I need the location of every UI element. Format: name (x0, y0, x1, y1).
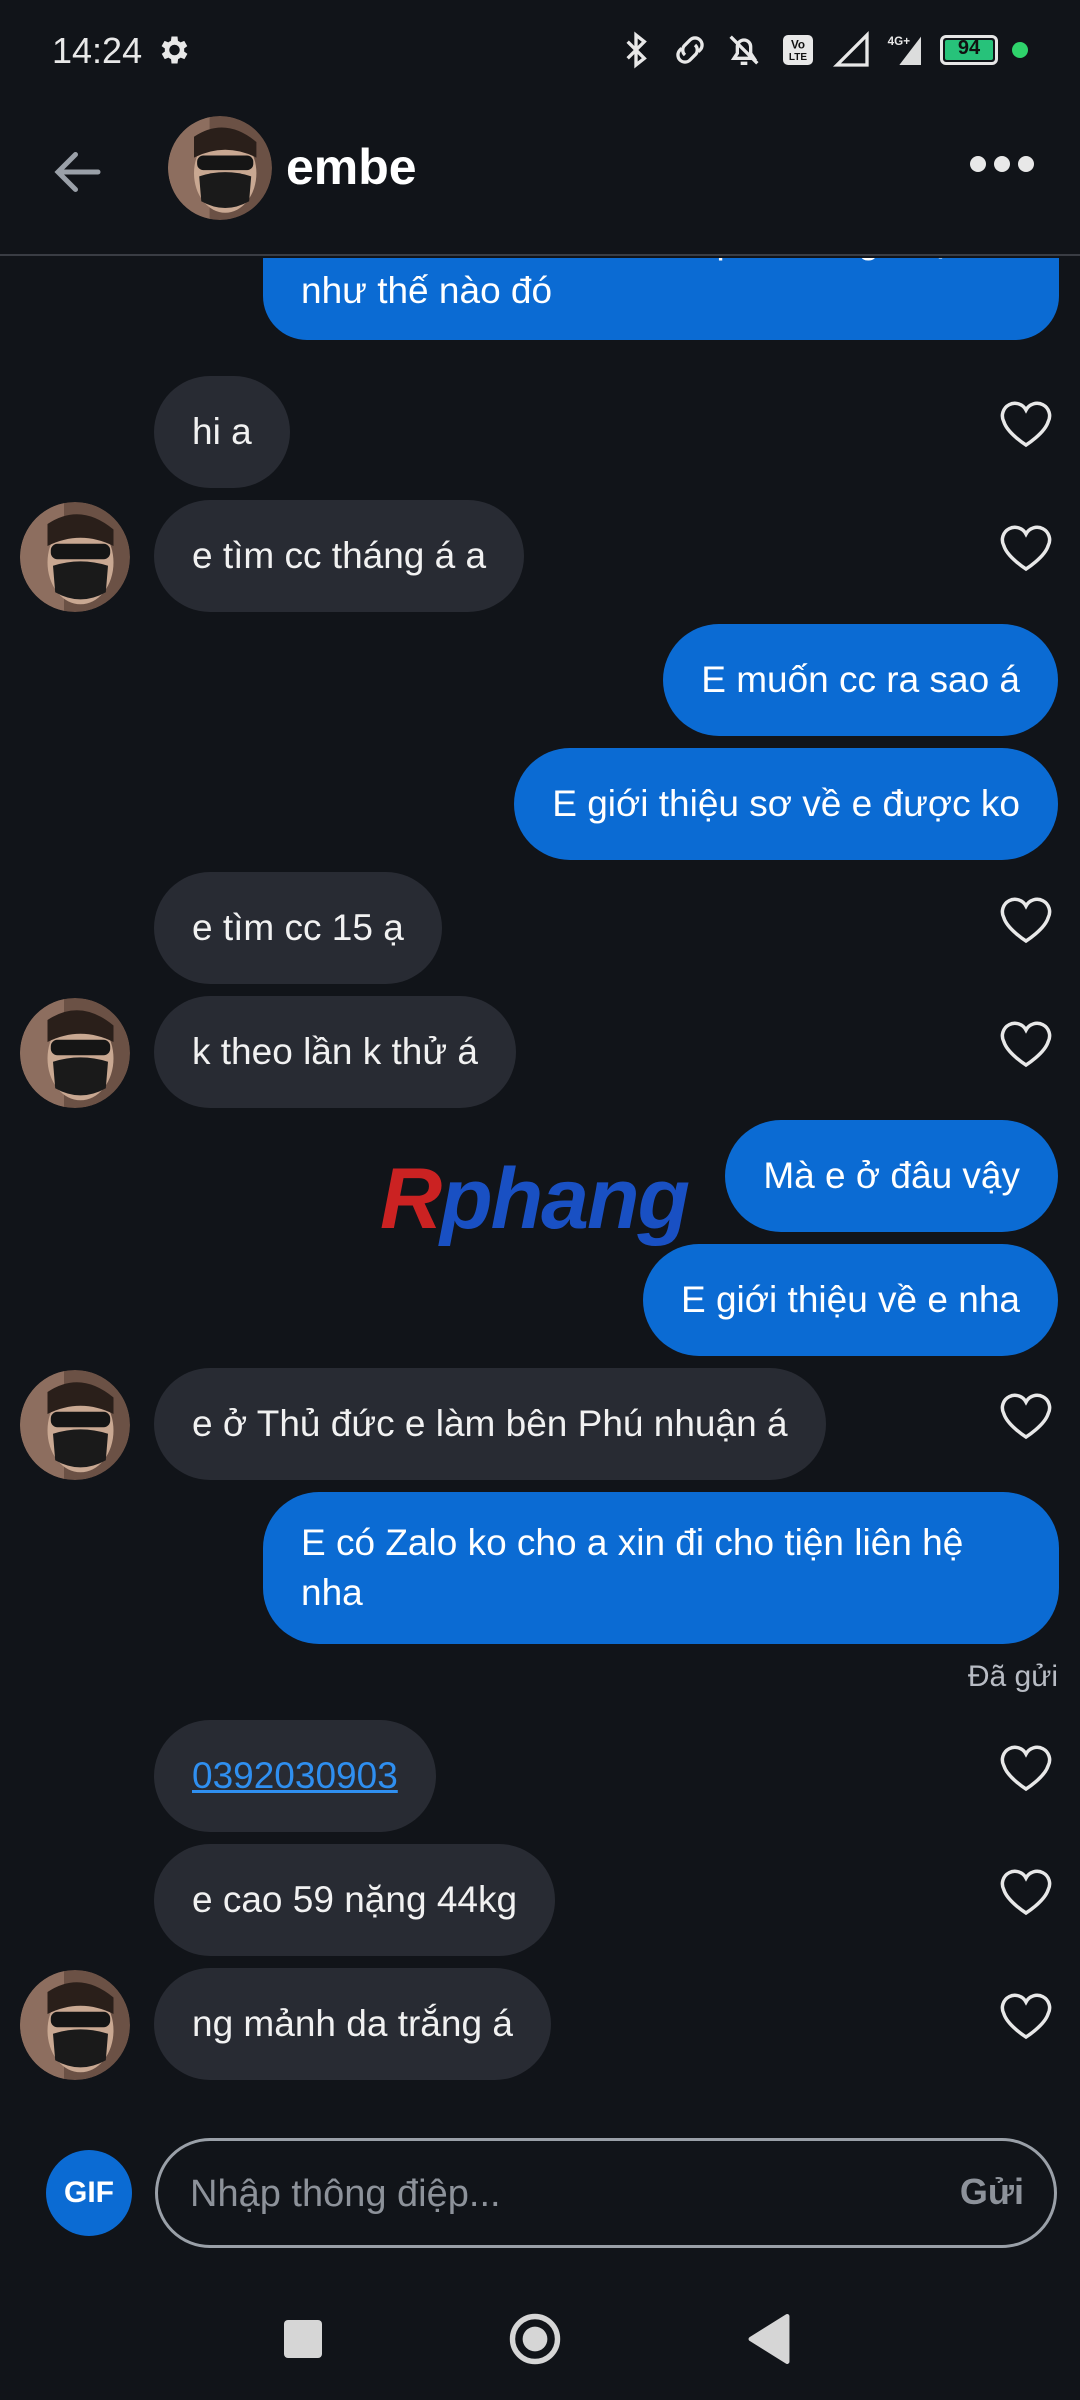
svg-text:Vo: Vo (791, 38, 805, 51)
gif-button[interactable]: GIF (46, 2150, 132, 2236)
message-incoming[interactable]: e tìm cc tháng á a (154, 500, 525, 612)
message-incoming[interactable]: e cao 59 nặng 44kg (154, 1844, 556, 1956)
message-incoming[interactable]: ng mảnh da trắng á (154, 1968, 551, 2080)
gear-icon (161, 36, 188, 64)
message-incoming[interactable]: k theo lần k thử á (154, 996, 516, 1108)
message-incoming[interactable]: e tìm cc 15 ạ (154, 872, 442, 984)
heart-icon[interactable] (998, 894, 1054, 946)
signal-4g-icon: 4G+ (888, 35, 921, 65)
message-incoming[interactable]: e ở Thủ đức e làm bên Phú nhuận á (154, 1368, 826, 1480)
svg-text:4G+: 4G+ (888, 35, 911, 48)
message-incoming[interactable]: 0392030903 (154, 1720, 436, 1832)
contact-avatar[interactable] (168, 116, 272, 220)
sender-avatar[interactable] (20, 1970, 130, 2080)
message-outgoing[interactable]: E giới thiệu sơ về e được ko (514, 748, 1058, 860)
volte-icon: VoLTE (783, 35, 813, 65)
watermark-logo: Rphang (380, 1151, 690, 1247)
heart-icon[interactable] (998, 522, 1054, 574)
heart-icon[interactable] (998, 1866, 1054, 1918)
heart-icon[interactable] (998, 1990, 1054, 2042)
signal-icon (832, 30, 869, 67)
contact-name[interactable]: embe (286, 138, 417, 196)
sent-status: Đã gửi (967, 1660, 1058, 1693)
recents-square-icon[interactable] (284, 2320, 322, 2358)
message-composer[interactable]: Gửi (155, 2138, 1057, 2248)
bell-off-icon (729, 35, 759, 65)
bluetooth-icon (626, 31, 647, 69)
back-arrow-icon[interactable] (48, 142, 108, 202)
status-time: 14:24 (52, 30, 143, 71)
battery-icon: 94 (940, 35, 998, 65)
sender-avatar[interactable] (20, 502, 130, 612)
sender-avatar[interactable] (20, 998, 130, 1108)
system-nav-bar (0, 2270, 1080, 2400)
heart-icon[interactable] (998, 398, 1054, 450)
message-outgoing[interactable]: E muốn cc ra sao á (663, 624, 1058, 736)
more-options-icon[interactable] (970, 156, 1034, 176)
back-triangle-icon[interactable] (746, 2314, 792, 2364)
message-outgoing[interactable]: E giới thiệu về e nha (643, 1244, 1058, 1356)
send-button[interactable]: Gửi (960, 2171, 1024, 2213)
svg-text:LTE: LTE (789, 52, 807, 63)
message-outgoing[interactable]: Ko biết e bé muốn tìm mqh ko ràng buộc n… (263, 258, 1059, 340)
home-circle-icon[interactable] (508, 2312, 562, 2366)
message-outgoing[interactable]: E có Zalo ko cho a xin đi cho tiện liên … (263, 1492, 1059, 1644)
privacy-indicator-dot (1012, 42, 1028, 58)
message-outgoing[interactable]: Mà e ở đâu vậy (725, 1120, 1058, 1232)
status-bar: 14:24 Vo LTE 4G+ 94 (0, 0, 1080, 100)
sender-avatar[interactable] (20, 1370, 130, 1480)
heart-icon[interactable] (998, 1390, 1054, 1442)
heart-icon[interactable] (998, 1742, 1054, 1794)
message-incoming[interactable]: hi a (154, 376, 290, 488)
message-input[interactable] (188, 2141, 892, 2247)
link-icon (676, 36, 704, 64)
battery-level: 94 (957, 37, 981, 59)
phone-number-link[interactable]: 0392030903 (192, 1755, 398, 1796)
heart-icon[interactable] (998, 1018, 1054, 1070)
chat-header: embe (0, 100, 1080, 256)
